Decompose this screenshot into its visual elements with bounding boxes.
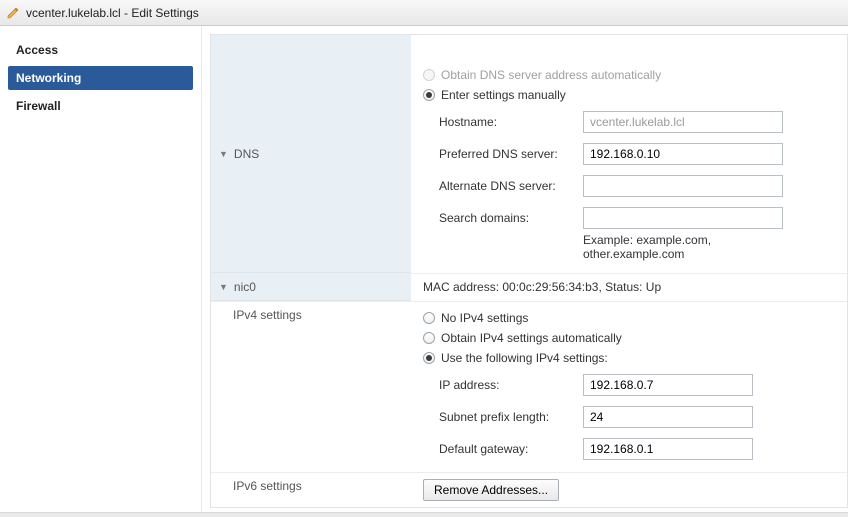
default-gateway-input[interactable] — [583, 438, 753, 460]
main-content: ▼ DNS Obtain DNS server address automati… — [202, 26, 848, 512]
sidebar-item-firewall[interactable]: Firewall — [8, 94, 193, 118]
caret-down-icon: ▼ — [219, 282, 228, 292]
edit-icon — [6, 6, 20, 20]
titlebar: vcenter.lukelab.lcl - Edit Settings — [0, 0, 848, 26]
dns-auto-label: Obtain DNS server address automatically — [441, 68, 661, 82]
radio-icon — [423, 312, 435, 324]
alternate-dns-input[interactable] — [583, 175, 783, 197]
sidebar-item-networking[interactable]: Networking — [8, 66, 193, 90]
nic0-summary: MAC address: 00:0c:29:56:34:b3, Status: … — [411, 274, 847, 301]
search-domains-input[interactable] — [583, 207, 783, 229]
ipv4-auto-radio-row[interactable]: Obtain IPv4 settings automatically — [423, 328, 835, 348]
dns-section-body: Obtain DNS server address automatically … — [411, 35, 847, 273]
footer-bar — [0, 512, 848, 517]
ipv4-body: No IPv4 settings Obtain IPv4 settings au… — [411, 302, 847, 472]
alternate-dns-label: Alternate DNS server: — [439, 179, 569, 193]
ipv4-manual-radio-row[interactable]: Use the following IPv4 settings: — [423, 348, 835, 368]
subnet-prefix-label: Subnet prefix length: — [439, 410, 569, 424]
hostname-label: Hostname: — [439, 115, 569, 129]
nic0-section-label: nic0 — [234, 280, 256, 294]
preferred-dns-input[interactable] — [583, 143, 783, 165]
hostname-input[interactable] — [583, 111, 783, 133]
ipv6-body: Remove Addresses... — [411, 473, 847, 507]
dns-manual-radio-row[interactable]: Enter settings manually — [423, 85, 835, 105]
dns-manual-label: Enter settings manually — [441, 88, 566, 102]
radio-icon — [423, 332, 435, 344]
ip-address-label: IP address: — [439, 378, 569, 392]
sidebar: Access Networking Firewall — [0, 26, 202, 512]
dns-auto-radio-row[interactable]: Obtain DNS server address automatically — [423, 65, 835, 85]
radio-checked-icon — [423, 352, 435, 364]
ip-address-input[interactable] — [583, 374, 753, 396]
radio-checked-icon — [423, 89, 435, 101]
ipv4-no-label: No IPv4 settings — [441, 311, 528, 325]
default-gateway-label: Default gateway: — [439, 442, 569, 456]
dns-section-label: DNS — [234, 147, 259, 161]
ipv4-manual-label: Use the following IPv4 settings: — [441, 351, 608, 365]
subnet-prefix-input[interactable] — [583, 406, 753, 428]
search-domains-label: Search domains: — [439, 207, 569, 225]
preferred-dns-label: Preferred DNS server: — [439, 147, 569, 161]
sidebar-item-access[interactable]: Access — [8, 38, 193, 62]
caret-down-icon: ▼ — [219, 149, 228, 159]
ipv6-heading: IPv6 settings — [211, 473, 411, 507]
ipv4-auto-label: Obtain IPv4 settings automatically — [441, 331, 622, 345]
dns-section-header[interactable]: ▼ DNS — [211, 35, 411, 273]
remove-addresses-button[interactable]: Remove Addresses... — [423, 479, 559, 501]
radio-icon — [423, 69, 435, 81]
nic0-section-header[interactable]: ▼ nic0 — [211, 274, 411, 301]
ipv4-heading: IPv4 settings — [211, 302, 411, 472]
window-title: vcenter.lukelab.lcl - Edit Settings — [26, 6, 199, 20]
ipv4-no-radio-row[interactable]: No IPv4 settings — [423, 308, 835, 328]
search-domains-hint: Example: example.com, other.example.com — [583, 233, 783, 261]
